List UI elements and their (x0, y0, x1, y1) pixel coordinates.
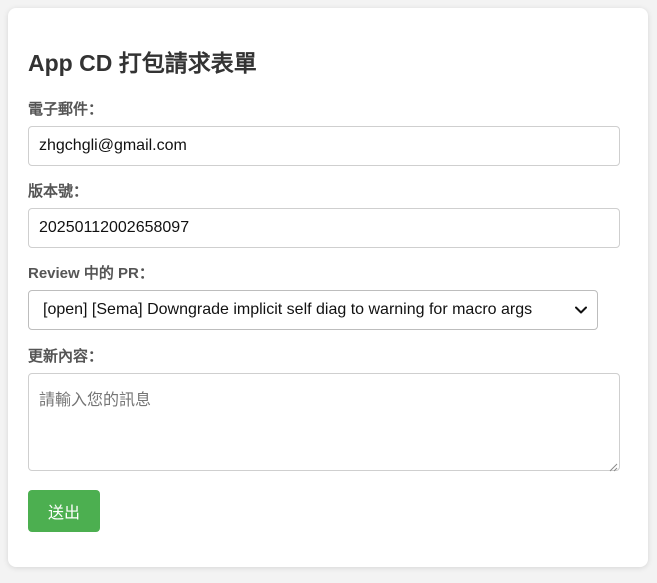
notes-textarea[interactable] (28, 373, 620, 471)
resize-handle-icon[interactable] (608, 459, 618, 472)
email-field[interactable] (28, 126, 620, 166)
page-title: App CD 打包請求表單 (28, 50, 257, 76)
chevron-down-icon (573, 302, 589, 318)
notes-label: 更新內容： (28, 348, 104, 365)
email-label: 電子郵件： (28, 101, 104, 118)
version-field[interactable] (28, 208, 620, 248)
request-form-card: App CD 打包請求表單 電子郵件： 版本號： Review 中的 PR： [… (8, 8, 648, 567)
pr-select[interactable]: [open] [Sema] Downgrade implicit self di… (28, 290, 598, 330)
pr-label: Review 中的 PR： (28, 265, 154, 282)
version-label: 版本號： (28, 183, 89, 200)
submit-button[interactable]: 送出 (28, 490, 100, 532)
pr-selected-value: [open] [Sema] Downgrade implicit self di… (43, 301, 533, 318)
